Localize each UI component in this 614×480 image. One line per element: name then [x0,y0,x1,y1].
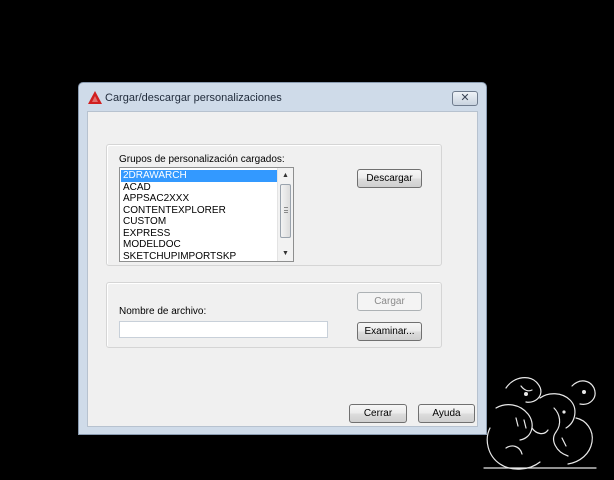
list-item[interactable]: CONTENTEXPLORER [121,205,277,217]
list-item[interactable]: MODELDOC [121,239,277,251]
listbox-scrollbar[interactable]: ▲ ▼ [277,168,293,261]
dialog-client-area: Grupos de personalización cargados: 2DRA… [87,111,478,427]
close-icon: ✕ [460,92,470,104]
list-item[interactable]: CUSTOM [121,216,277,228]
unload-button[interactable]: Descargar [357,169,422,188]
title-bar[interactable]: Cargar/descargar personalizaciones ✕ [79,83,486,111]
loaded-groups-listbox[interactable]: 2DRAWARCH ACAD APPSAC2XXX CONTENTEXPLORER CU… [119,167,294,262]
close-window-button[interactable]: ✕ [452,91,478,106]
scroll-thumb[interactable] [280,184,291,238]
scroll-grip-icon [284,207,288,213]
window-title: Cargar/descargar personalizaciones [105,92,282,104]
watermark-sketch-image [483,377,597,470]
close-button[interactable]: Cerrar [349,404,407,423]
listbox-items: 2DRAWARCH ACAD APPSAC2XXX CONTENTEXPLORER CU… [121,170,277,262]
list-item[interactable]: SKETCHUPIMPORTSKP [121,251,277,262]
load-button[interactable]: Cargar [357,292,422,311]
scroll-up-arrow-icon[interactable]: ▲ [278,168,293,183]
customization-dialog: Cargar/descargar personalizaciones ✕ Gru… [78,82,487,435]
browse-button[interactable]: Examinar... [357,322,422,341]
filename-input[interactable] [119,321,328,338]
list-item[interactable]: APPSAC2XXX [121,193,277,205]
loaded-groups-label: Grupos de personalización cargados: [119,154,285,165]
scroll-down-arrow-icon[interactable]: ▼ [278,246,293,261]
autocad-logo-icon [88,91,102,104]
filename-label: Nombre de archivo: [119,306,207,317]
list-item[interactable]: 2DRAWARCH [121,170,277,182]
list-item[interactable]: EXPRESS [121,228,277,240]
help-button[interactable]: Ayuda [418,404,475,423]
list-item[interactable]: ACAD [121,182,277,194]
